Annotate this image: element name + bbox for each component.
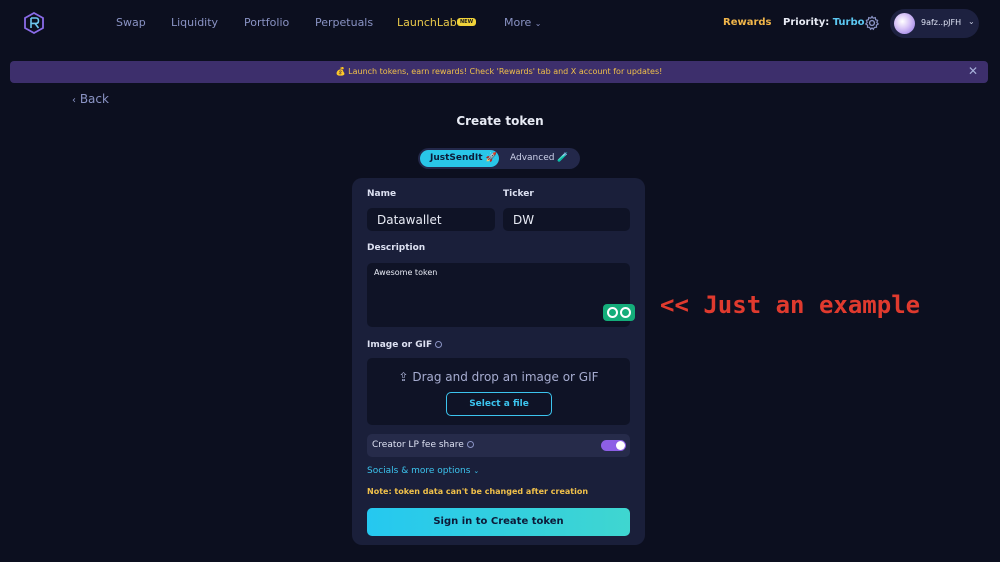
nav-portfolio[interactable]: Portfolio — [244, 16, 289, 29]
image-dropzone[interactable]: ⇪ Drag and drop an image or GIF Select a… — [367, 358, 630, 425]
description-label: Description — [367, 243, 426, 253]
avatar — [894, 13, 915, 34]
upload-icon: ⇪ — [398, 370, 409, 384]
image-label: Image or GIF — [367, 340, 443, 350]
nav-swap[interactable]: Swap — [116, 16, 146, 29]
help-icon[interactable] — [435, 341, 443, 348]
announcement-banner: 💰 Launch tokens, earn rewards! Check 'Re… — [10, 61, 988, 83]
dropzone-label: Drag and drop an image or GIF — [412, 370, 599, 384]
announcement-text: 💰 Launch tokens, earn rewards! Check 'Re… — [335, 67, 663, 76]
raydium-logo-icon[interactable] — [24, 12, 44, 34]
back-label: Back — [79, 92, 109, 106]
wallet-address: 9afz..pJFH — [921, 18, 962, 27]
gear-icon[interactable] — [864, 15, 880, 31]
immutability-note: Note: token data can't be changed after … — [367, 487, 589, 496]
select-file-button[interactable]: Select a file — [446, 392, 552, 416]
nav-perpetuals[interactable]: Perpetuals — [315, 16, 373, 29]
ticker-input[interactable]: DW — [503, 208, 630, 231]
dropzone-text: ⇪ Drag and drop an image or GIF — [367, 370, 630, 384]
lp-fee-toggle[interactable] — [601, 440, 626, 451]
lp-fee-row: Creator LP fee share — [367, 434, 630, 457]
tab-advanced[interactable]: Advanced 🧪 — [510, 153, 569, 163]
chevron-down-icon: ⌄ — [968, 17, 975, 26]
top-nav: Swap Liquidity Portfolio Perpetuals Laun… — [0, 0, 1000, 46]
example-annotation: << Just an example — [660, 291, 921, 319]
grammarly-g-icon — [620, 307, 631, 318]
page-title: Create token — [456, 114, 544, 128]
image-label-text: Image or GIF — [367, 340, 433, 350]
toggle-knob — [616, 441, 625, 450]
socials-label: Socials & more options — [367, 466, 471, 476]
nav-liquidity[interactable]: Liquidity — [171, 16, 218, 29]
create-token-card: Name Ticker Datawallet DW Description Aw… — [352, 178, 645, 545]
lp-fee-label: Creator LP fee share — [372, 440, 474, 450]
nav-more-label: More — [504, 16, 532, 29]
ticker-label: Ticker — [503, 189, 534, 199]
lp-fee-text: Creator LP fee share — [372, 440, 464, 450]
wallet-button[interactable]: 9afz..pJFH ⌄ — [890, 9, 979, 38]
description-input[interactable]: Awesome token — [367, 263, 635, 327]
close-icon[interactable]: ✕ — [968, 64, 978, 78]
back-link[interactable]: ‹ Back — [72, 92, 109, 106]
nav-launchlab[interactable]: LaunchLab — [397, 16, 457, 29]
priority-label: Priority: — [783, 17, 830, 28]
priority-selector[interactable]: Priority: Turbo — [783, 17, 865, 28]
chevron-down-icon: ⌄ — [534, 19, 542, 28]
grammarly-dot-icon — [607, 307, 618, 318]
rewards-link[interactable]: Rewards — [723, 17, 772, 28]
description-value: Awesome token — [374, 268, 438, 277]
name-input[interactable]: Datawallet — [367, 208, 495, 231]
nav-more[interactable]: More ⌄ — [504, 16, 541, 29]
name-label: Name — [367, 189, 397, 199]
socials-options-link[interactable]: Socials & more options ⌄ — [367, 466, 479, 476]
priority-value: Turbo — [832, 17, 865, 28]
grammarly-icon[interactable] — [603, 304, 635, 321]
new-badge: NEW — [457, 18, 477, 26]
create-token-button[interactable]: Sign in to Create token — [367, 508, 630, 536]
chevron-left-icon: ‹ — [72, 95, 76, 106]
help-icon[interactable] — [466, 441, 474, 448]
mode-toggle: JustSendIt 🚀 Advanced 🧪 — [418, 148, 580, 169]
chevron-down-icon: ⌄ — [473, 467, 480, 475]
tab-justsendit-label: JustSendIt 🚀 — [430, 153, 497, 163]
tab-justsendit[interactable]: JustSendIt 🚀 — [420, 150, 499, 167]
